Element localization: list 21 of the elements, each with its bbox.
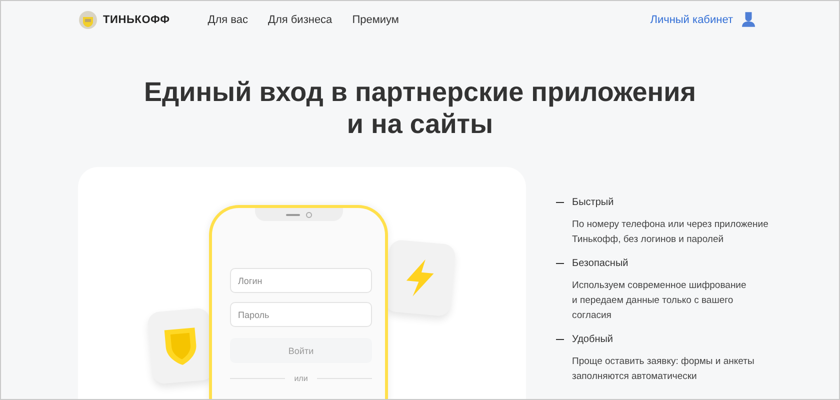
divider-text: или bbox=[294, 374, 308, 383]
feature-description: По номеру телефона или через приложение Тинькофф, без логинов и паролей bbox=[572, 218, 768, 247]
user-icon[interactable] bbox=[742, 12, 755, 27]
logo-link[interactable]: ТИНЬКОФФ bbox=[103, 14, 170, 26]
crest-icon bbox=[78, 10, 98, 30]
nav-link[interactable]: Премиум bbox=[352, 14, 399, 26]
feature-title: Безопасный bbox=[572, 258, 628, 269]
dash-icon bbox=[556, 338, 564, 340]
page-title: и на сайты bbox=[346, 108, 494, 140]
dash-icon bbox=[556, 202, 564, 204]
feature-title: Быстрый bbox=[572, 197, 614, 208]
feature-description: Используем современное шифрование и передаем данные только с вашего согласия bbox=[572, 279, 748, 323]
nav-link[interactable]: Для вас bbox=[208, 14, 248, 26]
page-title: Единый вход в партнерские приложения bbox=[144, 76, 696, 108]
input-field[interactable]: Пароль bbox=[230, 302, 372, 327]
dash-icon bbox=[556, 262, 564, 264]
feature-title: Удобный bbox=[572, 334, 613, 345]
input-field[interactable]: Логин bbox=[230, 268, 372, 293]
account-link[interactable]: Личный кабинет bbox=[650, 14, 733, 26]
feature-description: Проще оставить заявку: формы и анкеты заполняются автоматически bbox=[572, 355, 756, 384]
nav-link[interactable]: Для бизнеса bbox=[268, 14, 332, 26]
